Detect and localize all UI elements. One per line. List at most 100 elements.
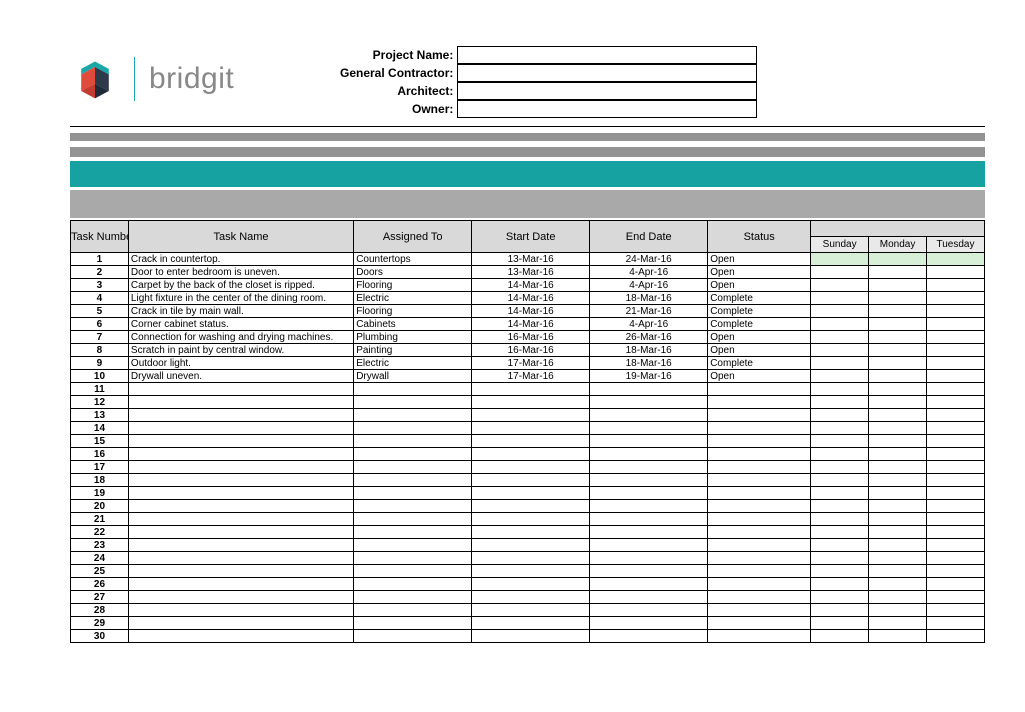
table-row[interactable]: 1Crack in countertop.Countertops13-Mar-1… — [71, 253, 985, 266]
table-row[interactable]: 30 — [71, 630, 985, 643]
cell-end-date — [590, 565, 708, 578]
cell-status — [708, 617, 811, 630]
cell-end-date — [590, 461, 708, 474]
cell-assigned-to: Electric — [354, 357, 472, 370]
brand-block: bridgit — [70, 40, 340, 118]
cell-day — [927, 578, 985, 591]
cell-day — [869, 604, 927, 617]
separator-bars — [70, 126, 985, 218]
table-row[interactable]: 10Drywall uneven.Drywall17-Mar-1619-Mar-… — [71, 370, 985, 383]
cell-status: Open — [708, 370, 811, 383]
cell-day — [811, 344, 869, 357]
cell-day — [811, 500, 869, 513]
cell-start-date — [472, 474, 590, 487]
cell-start-date — [472, 604, 590, 617]
cell-task-name — [128, 513, 353, 526]
cell-assigned-to — [354, 409, 472, 422]
cell-day — [811, 591, 869, 604]
cell-end-date — [590, 552, 708, 565]
table-row[interactable]: 12 — [71, 396, 985, 409]
architect-input[interactable] — [457, 82, 757, 100]
cell-status — [708, 552, 811, 565]
cell-task-number: 29 — [71, 617, 129, 630]
cell-task-number: 5 — [71, 305, 129, 318]
header: bridgit Project Name: General Contractor… — [70, 40, 985, 118]
cell-start-date — [472, 617, 590, 630]
col-days-span — [811, 221, 985, 237]
cell-end-date — [590, 539, 708, 552]
cell-day — [811, 435, 869, 448]
cell-assigned-to: Flooring — [354, 279, 472, 292]
table-row[interactable]: 17 — [71, 461, 985, 474]
table-row[interactable]: 15 — [71, 435, 985, 448]
cell-start-date — [472, 422, 590, 435]
cell-assigned-to — [354, 461, 472, 474]
cell-day — [869, 500, 927, 513]
table-row[interactable]: 29 — [71, 617, 985, 630]
cell-day — [869, 422, 927, 435]
table-row[interactable]: 9Outdoor light.Electric17-Mar-1618-Mar-1… — [71, 357, 985, 370]
logo-divider — [134, 57, 135, 101]
cell-assigned-to: Flooring — [354, 305, 472, 318]
cell-status: Complete — [708, 318, 811, 331]
owner-input[interactable] — [457, 100, 757, 118]
table-row[interactable]: 7Connection for washing and drying machi… — [71, 331, 985, 344]
cell-start-date: 14-Mar-16 — [472, 292, 590, 305]
cell-task-name — [128, 500, 353, 513]
table-row[interactable]: 25 — [71, 565, 985, 578]
table-row[interactable]: 26 — [71, 578, 985, 591]
table-row[interactable]: 14 — [71, 422, 985, 435]
table-row[interactable]: 20 — [71, 500, 985, 513]
cell-task-name — [128, 539, 353, 552]
cell-day — [811, 305, 869, 318]
cell-status — [708, 539, 811, 552]
cell-day — [927, 357, 985, 370]
table-row[interactable]: 22 — [71, 526, 985, 539]
table-row[interactable]: 16 — [71, 448, 985, 461]
cell-status: Open — [708, 344, 811, 357]
table-row[interactable]: 23 — [71, 539, 985, 552]
cell-day — [869, 526, 927, 539]
cell-day — [869, 461, 927, 474]
cell-end-date — [590, 474, 708, 487]
table-row[interactable]: 21 — [71, 513, 985, 526]
cell-assigned-to — [354, 383, 472, 396]
table-row[interactable]: 19 — [71, 487, 985, 500]
cell-task-number: 1 — [71, 253, 129, 266]
table-row[interactable]: 27 — [71, 591, 985, 604]
cell-task-number: 14 — [71, 422, 129, 435]
general-contractor-input[interactable] — [457, 64, 757, 82]
cell-day — [811, 292, 869, 305]
table-row[interactable]: 11 — [71, 383, 985, 396]
cell-day — [927, 292, 985, 305]
cell-day — [869, 344, 927, 357]
cell-day — [811, 370, 869, 383]
cell-task-name: Light fixture in the center of the dinin… — [128, 292, 353, 305]
table-row[interactable]: 13 — [71, 409, 985, 422]
table-row[interactable]: 8Scratch in paint by central window.Pain… — [71, 344, 985, 357]
table-row[interactable]: 24 — [71, 552, 985, 565]
cell-day — [811, 357, 869, 370]
table-row[interactable]: 2Door to enter bedroom is uneven.Doors13… — [71, 266, 985, 279]
project-name-input[interactable] — [457, 46, 757, 64]
table-row[interactable]: 3Carpet by the back of the closet is rip… — [71, 279, 985, 292]
table-row[interactable]: 4Light fixture in the center of the dini… — [71, 292, 985, 305]
cell-day — [869, 292, 927, 305]
cell-status — [708, 474, 811, 487]
table-row[interactable]: 28 — [71, 604, 985, 617]
table-row[interactable]: 6Corner cabinet status.Cabinets14-Mar-16… — [71, 318, 985, 331]
cell-day — [811, 448, 869, 461]
col-assigned-to: Assigned To — [354, 221, 472, 253]
cell-day — [869, 435, 927, 448]
cell-task-number: 27 — [71, 591, 129, 604]
table-row[interactable]: 18 — [71, 474, 985, 487]
cell-end-date: 4-Apr-16 — [590, 266, 708, 279]
cell-task-number: 4 — [71, 292, 129, 305]
cell-task-name — [128, 591, 353, 604]
cell-status: Complete — [708, 357, 811, 370]
cell-assigned-to: Electric — [354, 292, 472, 305]
col-day-monday: Monday — [869, 237, 927, 253]
table-row[interactable]: 5Crack in tile by main wall.Flooring14-M… — [71, 305, 985, 318]
task-table[interactable]: Task Number Task Name Assigned To Start … — [70, 220, 985, 643]
cell-task-name — [128, 396, 353, 409]
